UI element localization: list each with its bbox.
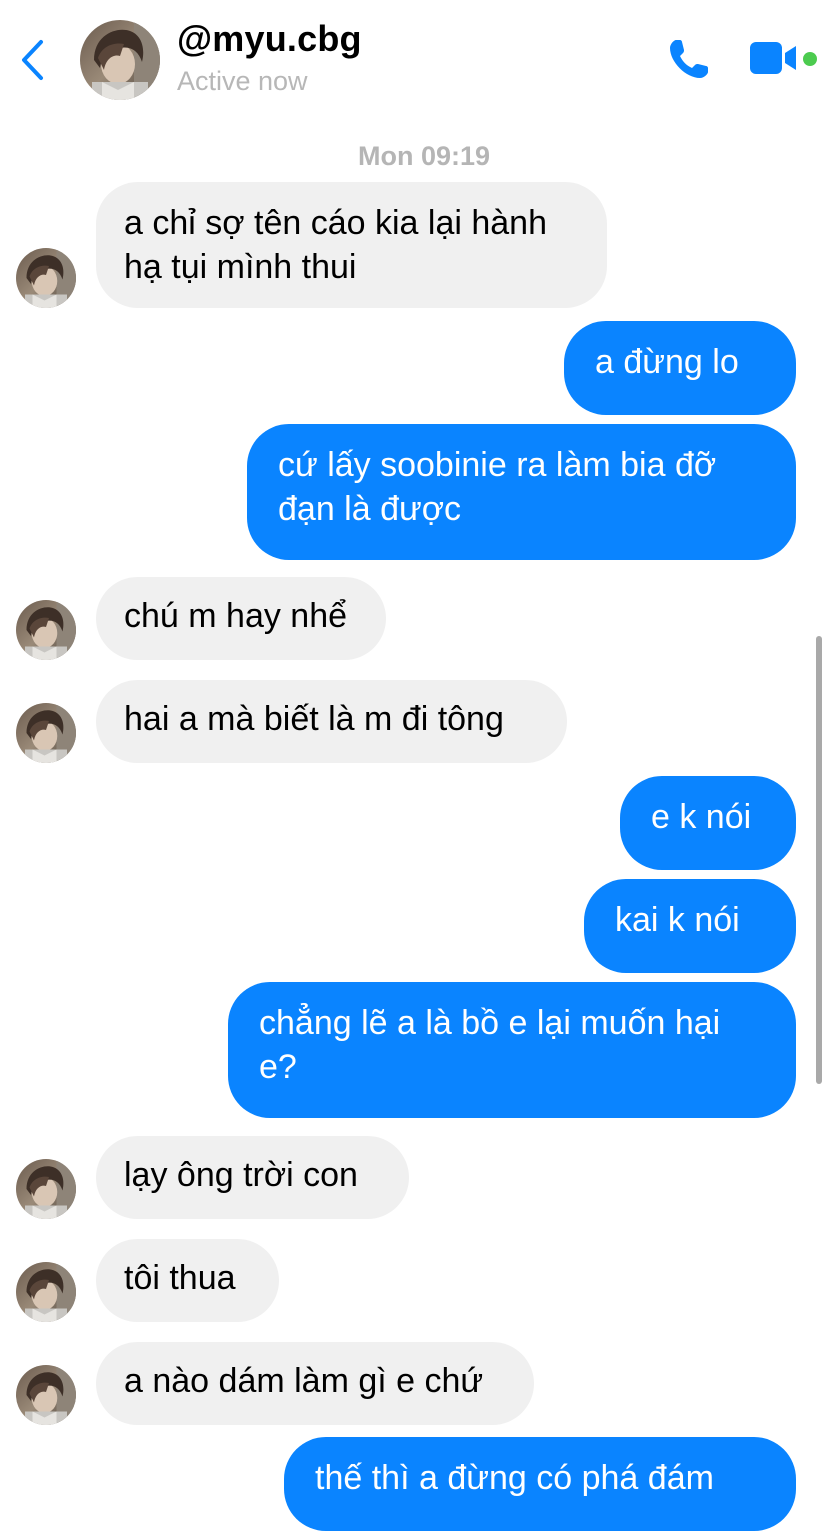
phone-icon <box>670 40 708 78</box>
video-call-button[interactable] <box>748 38 800 78</box>
sender-avatar[interactable] <box>16 1262 76 1322</box>
outgoing-message-bubble[interactable]: thế thì a đừng có phá đám <box>284 1437 796 1531</box>
sender-avatar[interactable] <box>16 1159 76 1219</box>
outgoing-message-bubble[interactable]: e k nói <box>620 776 796 870</box>
contact-avatar[interactable] <box>80 20 160 100</box>
online-indicator <box>803 52 817 66</box>
message-line: cứ lấy soobinie ra làm bia đỡ <box>278 446 717 484</box>
message-line: a đừng lo <box>595 343 739 381</box>
sender-avatar[interactable] <box>16 600 76 660</box>
message-line: hai a mà biết là m đi tông <box>124 700 504 738</box>
chat-header: @myu.cbg Active now <box>0 0 828 120</box>
incoming-message-bubble[interactable]: chú m hay nhể <box>96 577 386 660</box>
chevron-left-icon <box>22 40 43 80</box>
message-line: tôi thua <box>124 1259 236 1297</box>
scrollbar[interactable] <box>816 636 822 1084</box>
message-line: kai k nói <box>615 901 740 939</box>
message-line: hạ tụi mình thui <box>124 248 357 286</box>
message-line: chú m hay nhể <box>124 597 348 635</box>
message-line: e k nói <box>651 798 752 836</box>
message-line: lạy ông trời con <box>124 1156 358 1194</box>
incoming-message-bubble[interactable]: a chỉ sợ tên cáo kia lại hành hạ tụi mìn… <box>96 182 607 308</box>
message-line: a nào dám làm gì e chứ <box>124 1362 484 1400</box>
incoming-message-bubble[interactable]: a nào dám làm gì e chứ <box>96 1342 534 1425</box>
message-line: chẳng lẽ a là bồ e lại muốn hại <box>259 1004 721 1042</box>
video-camera-icon <box>750 42 796 74</box>
outgoing-message-bubble[interactable]: cứ lấy soobinie ra làm bia đỡ đạn là đượ… <box>247 424 796 560</box>
active-status: Active now <box>177 66 308 96</box>
incoming-message-bubble[interactable]: tôi thua <box>96 1239 279 1322</box>
message-line: e? <box>259 1048 297 1086</box>
incoming-message-bubble[interactable]: hai a mà biết là m đi tông <box>96 680 567 763</box>
sender-avatar[interactable] <box>16 703 76 763</box>
message-line: đạn là được <box>278 490 462 528</box>
back-button[interactable] <box>12 36 52 84</box>
voice-call-button[interactable] <box>666 36 712 82</box>
outgoing-message-bubble[interactable]: a đừng lo <box>564 321 796 415</box>
outgoing-message-bubble[interactable]: kai k nói <box>584 879 796 973</box>
sender-avatar[interactable] <box>16 1365 76 1425</box>
message-line: thế thì a đừng có phá đám <box>315 1459 714 1497</box>
outgoing-message-bubble[interactable]: chẳng lẽ a là bồ e lại muốn hại e? <box>228 982 796 1118</box>
contact-name[interactable]: @myu.cbg <box>177 18 362 60</box>
sender-avatar[interactable] <box>16 248 76 308</box>
incoming-message-bubble[interactable]: lạy ông trời con <box>96 1136 409 1219</box>
conversation-timestamp: Mon 09:19 <box>357 141 491 171</box>
message-line: a chỉ sợ tên cáo kia lại hành <box>124 204 547 242</box>
